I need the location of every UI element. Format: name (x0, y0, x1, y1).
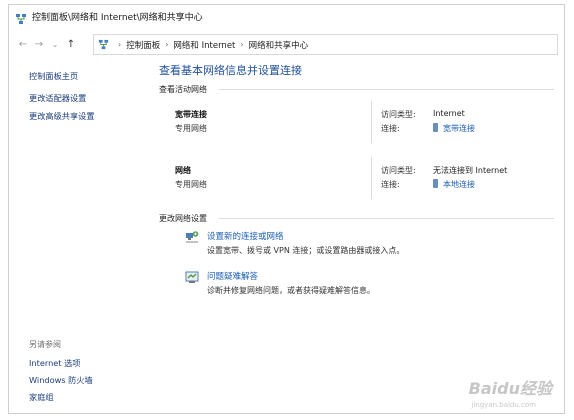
connection-name: 宽带连接 (443, 124, 475, 133)
network-name: 网络 (175, 166, 191, 175)
network-divider (371, 157, 372, 199)
control-panel-icon (98, 39, 109, 50)
address-bar[interactable]: › 控制面板 › 网络和 Internet › 网络和共享中心 (93, 34, 558, 55)
troubleshoot-desc: 诊断并修复网络问题，或者获得疑难解答信息。 (207, 286, 375, 295)
see-also-heading: 另请参阅 (29, 340, 61, 349)
breadcrumb-separator: › (118, 40, 122, 49)
breadcrumb-separator: › (240, 40, 244, 49)
connection-link-broadband[interactable]: 宽带连接 (433, 123, 475, 134)
network-center-icon (15, 10, 27, 24)
back-button[interactable]: ← (15, 39, 31, 50)
sidebar-link-advanced-sharing[interactable]: 更改高级共享设置 (29, 110, 95, 122)
breadcrumb-item-network-internet[interactable]: 网络和 Internet (173, 39, 235, 51)
title-bar: 控制面板\网络和 Internet\网络和共享中心 (9, 5, 564, 27)
connection-icon (433, 179, 438, 188)
network-setup-icon (185, 229, 199, 243)
control-panel-window: 控制面板\网络和 Internet\网络和共享中心 ← → ⌄ ↑ › 控制面板… (8, 4, 565, 414)
watermark-logo: Baidu经验 (468, 379, 552, 398)
network-category: 专用网络 (175, 180, 207, 189)
forward-button[interactable]: → (31, 39, 47, 50)
troubleshoot-icon (185, 269, 199, 283)
see-also-windows-firewall[interactable]: Windows 防火墙 (29, 374, 93, 386)
up-button[interactable]: ↑ (63, 39, 79, 50)
change-settings-label: 更改网络设置 (159, 214, 207, 223)
connection-link-local[interactable]: 本地连接 (433, 179, 475, 190)
recent-dropdown-button[interactable]: ⌄ (47, 40, 63, 49)
connection-name: 本地连接 (443, 180, 475, 189)
setup-connection-link[interactable]: 设置新的连接或网络 (207, 230, 284, 242)
address-row: ← → ⌄ ↑ › 控制面板 › 网络和 Internet › 网络和共享中心 (9, 33, 564, 55)
connection-label: 连接: (381, 180, 400, 189)
access-type-label: 访问类型: (381, 166, 416, 175)
see-also-internet-options[interactable]: Internet 选项 (29, 357, 81, 369)
section-divider (219, 218, 554, 219)
watermark-url: jingyan.baidu.com (471, 401, 536, 409)
access-type-label: 访问类型: (381, 110, 416, 119)
section-divider (219, 89, 554, 90)
sidebar: 控制面板主页 更改适配器设置 更改高级共享设置 另请参阅 Internet 选项… (9, 57, 149, 413)
breadcrumb-item-sharing-center[interactable]: 网络和共享中心 (249, 39, 309, 51)
connection-icon (433, 123, 438, 132)
network-name: 宽带连接 (175, 110, 207, 119)
network-category: 专用网络 (175, 124, 207, 133)
sidebar-link-adapter-settings[interactable]: 更改适配器设置 (29, 92, 86, 104)
page-title: 查看基本网络信息并设置连接 (159, 64, 302, 77)
active-networks-label: 查看活动网络 (159, 85, 207, 94)
breadcrumb-separator: › (165, 40, 169, 49)
main-content: 查看基本网络信息并设置连接 查看活动网络 宽带连接 专用网络 访问类型: Int… (159, 57, 564, 413)
access-type-value: Internet (433, 109, 465, 118)
connection-label: 连接: (381, 124, 400, 133)
access-type-value: 无法连接到 Internet (433, 166, 508, 175)
setup-connection-desc: 设置宽带、拨号或 VPN 连接；或设置路由器或接入点。 (207, 246, 405, 255)
troubleshoot-link[interactable]: 问题疑难解答 (207, 270, 258, 282)
see-also-homegroup[interactable]: 家庭组 (29, 391, 54, 403)
network-divider (371, 101, 372, 143)
window-title: 控制面板\网络和 Internet\网络和共享中心 (32, 12, 203, 23)
breadcrumb-item-control-panel[interactable]: 控制面板 (126, 39, 160, 51)
sidebar-link-control-panel-home[interactable]: 控制面板主页 (29, 70, 78, 82)
